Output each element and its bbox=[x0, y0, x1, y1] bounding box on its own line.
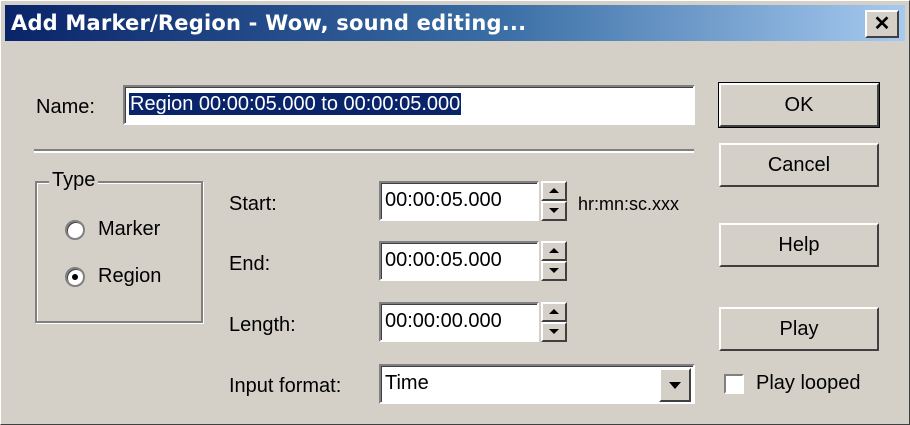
name-input-value: Region 00:00:05.000 to 00:00:05.000 bbox=[129, 93, 462, 115]
close-button[interactable]: ✕ bbox=[865, 10, 899, 38]
title-bar[interactable]: Add Marker/Region - Wow, sound editing..… bbox=[5, 5, 905, 41]
length-time-input[interactable]: 00:00:00.000 bbox=[379, 302, 539, 342]
start-label: Start: bbox=[229, 193, 277, 215]
radio-selected-dot bbox=[72, 274, 78, 280]
add-marker-region-dialog: Add Marker/Region - Wow, sound editing..… bbox=[0, 0, 910, 425]
help-button[interactable]: Help bbox=[719, 223, 879, 267]
help-button-label: Help bbox=[778, 233, 820, 256]
start-spinner[interactable] bbox=[541, 181, 567, 221]
play-button[interactable]: Play bbox=[719, 307, 879, 351]
input-format-dropdown-button[interactable] bbox=[659, 368, 691, 402]
play-button-label: Play bbox=[779, 317, 819, 340]
name-label: Name: bbox=[36, 96, 95, 118]
start-time-input[interactable]: 00:00:05.000 bbox=[379, 181, 539, 221]
type-groupbox bbox=[35, 181, 203, 323]
type-group-title: Type bbox=[49, 169, 99, 192]
end-spin-down[interactable] bbox=[541, 261, 567, 281]
input-format-label: Input format: bbox=[229, 375, 342, 397]
end-spin-up[interactable] bbox=[541, 241, 567, 261]
length-spin-up[interactable] bbox=[541, 302, 567, 322]
close-icon: ✕ bbox=[873, 13, 891, 35]
cancel-button-label: Cancel bbox=[767, 153, 831, 176]
input-format-value: Time bbox=[385, 372, 429, 394]
arrow-up-icon bbox=[549, 188, 559, 193]
ok-button-label: OK bbox=[784, 93, 814, 116]
input-format-select[interactable]: Time bbox=[379, 364, 695, 404]
end-time-value: 00:00:05.000 bbox=[385, 249, 502, 271]
end-time-input[interactable]: 00:00:05.000 bbox=[379, 241, 539, 281]
arrow-down-icon bbox=[549, 208, 559, 213]
length-label: Length: bbox=[229, 314, 296, 336]
chevron-down-icon bbox=[669, 382, 681, 389]
start-spin-up[interactable] bbox=[541, 181, 567, 201]
length-spinner[interactable] bbox=[541, 302, 567, 342]
region-radio[interactable] bbox=[65, 267, 85, 287]
end-label: End: bbox=[229, 253, 271, 275]
play-looped-checkbox[interactable] bbox=[724, 374, 744, 394]
play-looped-label[interactable]: Play looped bbox=[756, 372, 861, 395]
arrow-up-icon bbox=[549, 309, 559, 314]
start-time-value: 00:00:05.000 bbox=[385, 189, 502, 211]
arrow-up-icon bbox=[549, 248, 559, 253]
marker-radio-label[interactable]: Marker bbox=[98, 218, 160, 241]
time-format-hint: hr:mn:sc.xxx bbox=[578, 194, 680, 214]
window-title: Add Marker/Region - Wow, sound editing..… bbox=[11, 11, 527, 35]
end-spinner[interactable] bbox=[541, 241, 567, 281]
separator bbox=[34, 149, 694, 153]
length-time-value: 00:00:00.000 bbox=[385, 310, 502, 332]
arrow-down-icon bbox=[549, 329, 559, 334]
length-spin-down[interactable] bbox=[541, 322, 567, 342]
arrow-down-icon bbox=[549, 268, 559, 273]
marker-radio[interactable] bbox=[65, 220, 85, 240]
name-input[interactable]: Region 00:00:05.000 to 00:00:05.000 bbox=[123, 85, 695, 125]
start-spin-down[interactable] bbox=[541, 201, 567, 221]
ok-button[interactable]: OK bbox=[718, 82, 880, 128]
cancel-button[interactable]: Cancel bbox=[719, 143, 879, 187]
region-radio-label[interactable]: Region bbox=[98, 265, 161, 288]
